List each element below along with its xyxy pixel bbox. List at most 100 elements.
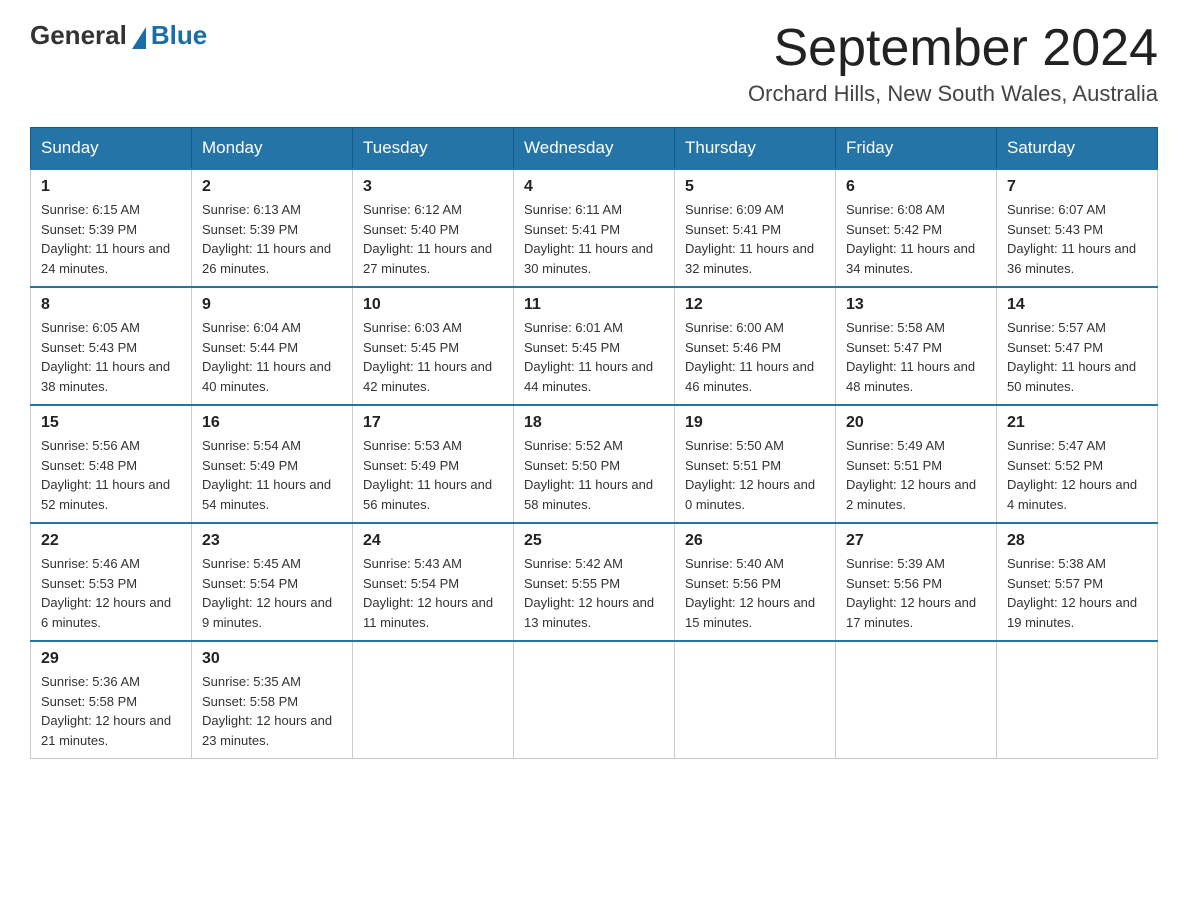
week-row-2: 8Sunrise: 6:05 AMSunset: 5:43 PMDaylight…	[31, 287, 1158, 405]
day-info: Sunrise: 6:09 AMSunset: 5:41 PMDaylight:…	[685, 200, 825, 278]
day-info: Sunrise: 5:36 AMSunset: 5:58 PMDaylight:…	[41, 672, 181, 750]
calendar-cell: 21 Sunrise: 5:47 AMSunset: 5:52 PMDayligh…	[997, 405, 1158, 523]
week-row-5: 29 Sunrise: 5:36 AMSunset: 5:58 PMDayligh…	[31, 641, 1158, 759]
day-number: 15	[41, 414, 181, 432]
calendar-cell: 3 Sunrise: 6:12 AMSunset: 5:40 PMDaylight…	[353, 169, 514, 287]
calendar-cell: 30 Sunrise: 5:35 AMSunset: 5:58 PMDayligh…	[192, 641, 353, 759]
calendar-cell: 9 Sunrise: 6:04 AMSunset: 5:44 PMDaylight…	[192, 287, 353, 405]
day-number: 13	[846, 296, 986, 314]
calendar-header-friday: Friday	[836, 128, 997, 170]
calendar-cell: 24 Sunrise: 5:43 AMSunset: 5:54 PMDayligh…	[353, 523, 514, 641]
calendar-cell	[514, 641, 675, 759]
day-info: Sunrise: 5:58 AMSunset: 5:47 PMDaylight:…	[846, 318, 986, 396]
day-number: 30	[202, 650, 342, 668]
day-info: Sunrise: 6:13 AMSunset: 5:39 PMDaylight:…	[202, 200, 342, 278]
day-number: 23	[202, 532, 342, 550]
calendar-header-saturday: Saturday	[997, 128, 1158, 170]
day-number: 11	[524, 296, 664, 314]
calendar-cell	[675, 641, 836, 759]
logo: General Blue	[30, 20, 207, 51]
calendar-cell: 1 Sunrise: 6:15 AMSunset: 5:39 PMDaylight…	[31, 169, 192, 287]
logo-blue-text: Blue	[151, 20, 207, 51]
day-number: 16	[202, 414, 342, 432]
calendar-cell: 2Sunrise: 6:13 AMSunset: 5:39 PMDaylight…	[192, 169, 353, 287]
calendar-cell: 27Sunrise: 5:39 AMSunset: 5:56 PMDayligh…	[836, 523, 997, 641]
day-info: Sunrise: 5:46 AMSunset: 5:53 PMDaylight:…	[41, 554, 181, 632]
day-number: 24	[363, 532, 503, 550]
day-info: Sunrise: 5:53 AMSunset: 5:49 PMDaylight:…	[363, 436, 503, 514]
day-number: 5	[685, 178, 825, 196]
day-info: Sunrise: 6:01 AMSunset: 5:45 PMDaylight:…	[524, 318, 664, 396]
day-number: 1	[41, 178, 181, 196]
day-info: Sunrise: 5:52 AMSunset: 5:50 PMDaylight:…	[524, 436, 664, 514]
calendar-cell: 7 Sunrise: 6:07 AMSunset: 5:43 PMDaylight…	[997, 169, 1158, 287]
day-info: Sunrise: 5:57 AMSunset: 5:47 PMDaylight:…	[1007, 318, 1147, 396]
calendar-header-tuesday: Tuesday	[353, 128, 514, 170]
calendar-cell: 28Sunrise: 5:38 AMSunset: 5:57 PMDayligh…	[997, 523, 1158, 641]
day-number: 20	[846, 414, 986, 432]
calendar-cell	[353, 641, 514, 759]
week-row-1: 1 Sunrise: 6:15 AMSunset: 5:39 PMDaylight…	[31, 169, 1158, 287]
day-info: Sunrise: 5:50 AMSunset: 5:51 PMDaylight:…	[685, 436, 825, 514]
day-number: 17	[363, 414, 503, 432]
week-row-4: 22 Sunrise: 5:46 AMSunset: 5:53 PMDayligh…	[31, 523, 1158, 641]
day-number: 19	[685, 414, 825, 432]
day-number: 18	[524, 414, 664, 432]
day-number: 4	[524, 178, 664, 196]
day-info: Sunrise: 6:15 AMSunset: 5:39 PMDaylight:…	[41, 200, 181, 278]
calendar-cell: 8Sunrise: 6:05 AMSunset: 5:43 PMDaylight…	[31, 287, 192, 405]
title-block: September 2024 Orchard Hills, New South …	[748, 20, 1158, 107]
calendar-cell: 10Sunrise: 6:03 AMSunset: 5:45 PMDayligh…	[353, 287, 514, 405]
calendar-header-monday: Monday	[192, 128, 353, 170]
calendar-cell	[997, 641, 1158, 759]
day-info: Sunrise: 5:43 AMSunset: 5:54 PMDaylight:…	[363, 554, 503, 632]
logo-triangle-icon	[132, 27, 146, 49]
day-info: Sunrise: 6:07 AMSunset: 5:43 PMDaylight:…	[1007, 200, 1147, 278]
day-number: 3	[363, 178, 503, 196]
day-info: Sunrise: 6:00 AMSunset: 5:46 PMDaylight:…	[685, 318, 825, 396]
day-number: 9	[202, 296, 342, 314]
day-number: 29	[41, 650, 181, 668]
calendar-cell: 23 Sunrise: 5:45 AMSunset: 5:54 PMDayligh…	[192, 523, 353, 641]
day-info: Sunrise: 5:45 AMSunset: 5:54 PMDaylight:…	[202, 554, 342, 632]
week-row-3: 15 Sunrise: 5:56 AMSunset: 5:48 PMDayligh…	[31, 405, 1158, 523]
day-info: Sunrise: 5:39 AMSunset: 5:56 PMDaylight:…	[846, 554, 986, 632]
calendar-cell: 13 Sunrise: 5:58 AMSunset: 5:47 PMDayligh…	[836, 287, 997, 405]
calendar-cell: 4Sunrise: 6:11 AMSunset: 5:41 PMDaylight…	[514, 169, 675, 287]
day-number: 7	[1007, 178, 1147, 196]
calendar-cell: 17 Sunrise: 5:53 AMSunset: 5:49 PMDayligh…	[353, 405, 514, 523]
day-number: 22	[41, 532, 181, 550]
calendar-cell: 26 Sunrise: 5:40 AMSunset: 5:56 PMDayligh…	[675, 523, 836, 641]
calendar-cell: 25Sunrise: 5:42 AMSunset: 5:55 PMDayligh…	[514, 523, 675, 641]
day-info: Sunrise: 6:03 AMSunset: 5:45 PMDaylight:…	[363, 318, 503, 396]
calendar-header-wednesday: Wednesday	[514, 128, 675, 170]
calendar-cell: 11 Sunrise: 6:01 AMSunset: 5:45 PMDayligh…	[514, 287, 675, 405]
day-info: Sunrise: 5:54 AMSunset: 5:49 PMDaylight:…	[202, 436, 342, 514]
logo-general-text: General	[30, 20, 127, 51]
calendar-cell	[836, 641, 997, 759]
day-info: Sunrise: 5:47 AMSunset: 5:52 PMDaylight:…	[1007, 436, 1147, 514]
day-number: 14	[1007, 296, 1147, 314]
day-number: 26	[685, 532, 825, 550]
day-info: Sunrise: 6:08 AMSunset: 5:42 PMDaylight:…	[846, 200, 986, 278]
day-number: 21	[1007, 414, 1147, 432]
day-info: Sunrise: 5:40 AMSunset: 5:56 PMDaylight:…	[685, 554, 825, 632]
day-info: Sunrise: 6:04 AMSunset: 5:44 PMDaylight:…	[202, 318, 342, 396]
calendar-header-sunday: Sunday	[31, 128, 192, 170]
calendar-cell: 5 Sunrise: 6:09 AMSunset: 5:41 PMDaylight…	[675, 169, 836, 287]
calendar-cell: 18 Sunrise: 5:52 AMSunset: 5:50 PMDayligh…	[514, 405, 675, 523]
calendar-cell: 29 Sunrise: 5:36 AMSunset: 5:58 PMDayligh…	[31, 641, 192, 759]
calendar-table: SundayMondayTuesdayWednesdayThursdayFrid…	[30, 127, 1158, 759]
day-info: Sunrise: 5:35 AMSunset: 5:58 PMDaylight:…	[202, 672, 342, 750]
day-number: 8	[41, 296, 181, 314]
calendar-cell: 22 Sunrise: 5:46 AMSunset: 5:53 PMDayligh…	[31, 523, 192, 641]
day-info: Sunrise: 6:12 AMSunset: 5:40 PMDaylight:…	[363, 200, 503, 278]
day-info: Sunrise: 5:38 AMSunset: 5:57 PMDaylight:…	[1007, 554, 1147, 632]
calendar-cell: 12 Sunrise: 6:00 AMSunset: 5:46 PMDayligh…	[675, 287, 836, 405]
day-info: Sunrise: 5:56 AMSunset: 5:48 PMDaylight:…	[41, 436, 181, 514]
day-number: 12	[685, 296, 825, 314]
calendar-cell: 19 Sunrise: 5:50 AMSunset: 5:51 PMDayligh…	[675, 405, 836, 523]
page-header: General Blue September 2024 Orchard Hill…	[30, 20, 1158, 107]
day-number: 25	[524, 532, 664, 550]
day-number: 6	[846, 178, 986, 196]
